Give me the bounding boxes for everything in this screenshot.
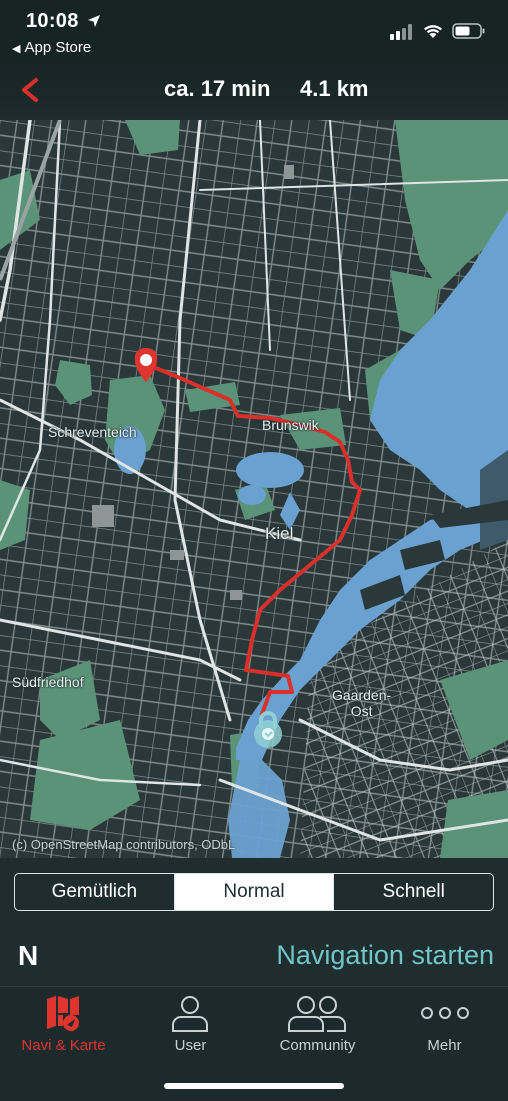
route-distance: 4.1 km [300,76,369,101]
back-triangle-icon: ◀ [12,43,21,55]
home-indicator[interactable] [164,1083,344,1089]
route-mode-normal[interactable]: Normal [174,874,335,910]
map-label-brunswik: Brunswik [262,417,319,433]
status-time: 10:08 [26,10,101,33]
map-label-gaarden-ost: Gaarden- Ost [332,687,392,719]
status-time-text: 10:08 [26,10,79,32]
route-header: ca. 17 min 4.1 km [0,60,508,120]
tab-label-mehr: Mehr [427,1037,462,1054]
battery-icon [452,23,485,39]
back-to-app-store[interactable]: ◀ App Store [12,39,91,56]
more-icon [421,1007,469,1019]
route-mode-gemuetlich[interactable]: Gemütlich [15,874,175,910]
route-duration: ca. 17 min [164,76,271,101]
start-navigation-button[interactable]: Navigation starten [276,940,494,971]
chevron-left-icon [22,78,38,102]
status-indicators [390,20,490,42]
location-arrow-icon [87,15,100,27]
back-app-label: App Store [24,39,92,56]
status-bar: 10:08 ◀ App Store [0,0,508,60]
map-label-suedfriedhof: Südfriedhof [12,674,84,690]
map-icon [47,996,79,1031]
tab-label-navi-karte: Navi & Karte [21,1037,106,1054]
route-mode-selector: Gemütlich Normal Schnell [14,873,494,911]
tab-navi-karte[interactable]: Navi & Karte [0,987,127,1067]
route-options-panel: Gemütlich Normal Schnell N Navigation st… [0,858,508,986]
signal-icon [390,24,412,40]
community-icon [288,996,346,1032]
map-canvas[interactable] [0,120,508,858]
compass-north-button[interactable]: N [18,940,38,972]
map-attribution[interactable]: (c) OpenStreetMap contributors, ODbL [12,837,235,852]
wifi-icon [424,25,442,38]
back-button[interactable] [14,70,46,108]
tab-label-community: Community [279,1037,356,1054]
user-icon [172,996,208,1032]
tab-label-user: User [174,1037,207,1054]
tab-mehr[interactable]: Mehr [381,987,508,1067]
route-mode-schnell[interactable]: Schnell [334,874,493,910]
tab-user[interactable]: User [127,987,254,1067]
map-view[interactable]: Schreventeich Brunswik Kiel Südfriedhof … [0,120,508,858]
tab-bar: Navi & Karte User Community Mehr [0,986,508,1101]
map-label-kiel: Kiel [265,524,294,543]
map-label-schreventeich: Schreventeich [48,424,137,440]
tab-community[interactable]: Community [254,987,381,1067]
